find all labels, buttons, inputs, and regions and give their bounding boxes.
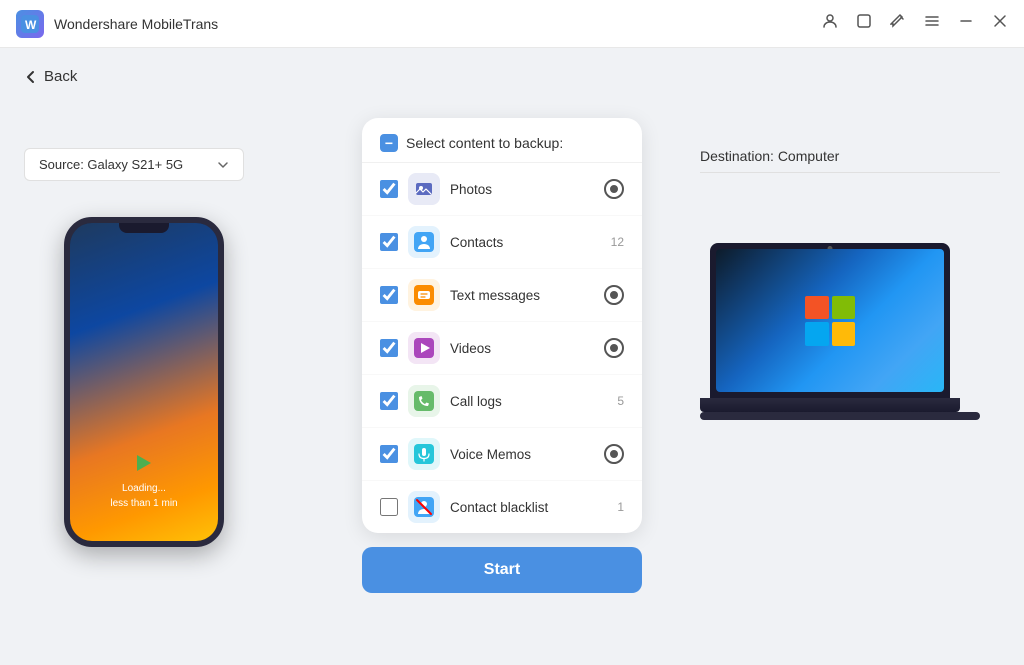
windows-pane-blue bbox=[805, 322, 829, 346]
contact-blacklist-badge: 1 bbox=[604, 500, 624, 514]
start-button[interactable]: Start bbox=[362, 547, 642, 593]
contacts-checkbox[interactable] bbox=[380, 233, 398, 251]
profile-icon[interactable] bbox=[822, 13, 838, 34]
videos-icon bbox=[408, 332, 440, 364]
text-messages-icon bbox=[408, 279, 440, 311]
laptop-illustration bbox=[700, 243, 960, 420]
app-title: Wondershare MobileTrans bbox=[54, 16, 218, 32]
source-label: Source: Galaxy S21+ 5G bbox=[39, 157, 183, 172]
loading-text: Loading... less than 1 min bbox=[110, 481, 177, 511]
phone-body: Loading... less than 1 min bbox=[64, 217, 224, 547]
photos-badge bbox=[604, 179, 624, 199]
contact-blacklist-checkbox[interactable] bbox=[380, 498, 398, 516]
windows-pane-green bbox=[832, 296, 856, 320]
svg-text:W: W bbox=[25, 18, 37, 32]
videos-label: Videos bbox=[450, 341, 594, 356]
list-item: Text messages bbox=[362, 269, 642, 322]
phone-screen: Loading... less than 1 min bbox=[70, 223, 218, 541]
windows-logo bbox=[805, 296, 855, 346]
laptop-screen-inner bbox=[716, 249, 944, 392]
photos-checkbox[interactable] bbox=[380, 180, 398, 198]
window-icon[interactable] bbox=[856, 13, 872, 34]
list-item: Call logs 5 bbox=[362, 375, 642, 428]
source-selector[interactable]: Source: Galaxy S21+ 5G bbox=[24, 148, 244, 181]
list-item: Contact blacklist 1 bbox=[362, 481, 642, 533]
right-panel: Destination: Computer bbox=[700, 68, 1000, 645]
text-messages-badge bbox=[604, 285, 624, 305]
contacts-icon bbox=[408, 226, 440, 258]
window-controls bbox=[822, 13, 1008, 34]
back-button[interactable]: Back bbox=[24, 68, 77, 85]
app-logo: W bbox=[16, 10, 44, 38]
items-scroll-area[interactable]: Photos Contacts 12 bbox=[362, 163, 642, 533]
text-messages-checkbox[interactable] bbox=[380, 286, 398, 304]
call-logs-badge: 5 bbox=[604, 394, 624, 408]
contacts-label: Contacts bbox=[450, 235, 594, 250]
contact-blacklist-icon bbox=[408, 491, 440, 523]
main-content: Back Source: Galaxy S21+ 5G Loading... l… bbox=[0, 48, 1024, 665]
voice-memos-checkbox[interactable] bbox=[380, 445, 398, 463]
content-card: − Select content to backup: Photos bbox=[362, 118, 642, 533]
phone-illustration: Loading... less than 1 min bbox=[44, 197, 244, 567]
minimize-icon[interactable] bbox=[958, 13, 974, 34]
list-item: Photos bbox=[362, 163, 642, 216]
call-logs-icon bbox=[408, 385, 440, 417]
windows-pane-yellow bbox=[832, 322, 856, 346]
windows-pane-red bbox=[805, 296, 829, 320]
card-header: − Select content to backup: bbox=[362, 118, 642, 163]
videos-checkbox[interactable] bbox=[380, 339, 398, 357]
left-panel: Source: Galaxy S21+ 5G Loading... less t… bbox=[24, 68, 304, 645]
call-logs-checkbox[interactable] bbox=[380, 392, 398, 410]
laptop-stand bbox=[700, 412, 980, 420]
menu-icon[interactable] bbox=[924, 13, 940, 34]
phone-notch bbox=[119, 223, 169, 233]
center-panel: − Select content to backup: Photos bbox=[304, 68, 700, 645]
voice-memos-label: Voice Memos bbox=[450, 447, 594, 462]
laptop-screen-outer bbox=[710, 243, 950, 398]
close-icon[interactable] bbox=[992, 13, 1008, 34]
photos-icon bbox=[408, 173, 440, 205]
card-header-text: Select content to backup: bbox=[406, 135, 563, 151]
text-messages-label: Text messages bbox=[450, 288, 594, 303]
call-logs-label: Call logs bbox=[450, 394, 594, 409]
contacts-badge: 12 bbox=[604, 235, 624, 249]
list-item: Voice Memos bbox=[362, 428, 642, 481]
contact-blacklist-label: Contact blacklist bbox=[450, 500, 594, 515]
list-item: Contacts 12 bbox=[362, 216, 642, 269]
voice-memos-icon bbox=[408, 438, 440, 470]
select-all-toggle[interactable]: − bbox=[380, 134, 398, 152]
edit-icon[interactable] bbox=[890, 13, 906, 34]
laptop-base bbox=[700, 398, 960, 412]
chevron-down-icon bbox=[217, 159, 229, 171]
list-item: Videos bbox=[362, 322, 642, 375]
play-icon bbox=[137, 455, 151, 471]
videos-badge bbox=[604, 338, 624, 358]
destination-label: Destination: Computer bbox=[700, 148, 1000, 173]
voice-memos-badge bbox=[604, 444, 624, 464]
photos-label: Photos bbox=[450, 182, 594, 197]
titlebar: W Wondershare MobileTrans bbox=[0, 0, 1024, 48]
